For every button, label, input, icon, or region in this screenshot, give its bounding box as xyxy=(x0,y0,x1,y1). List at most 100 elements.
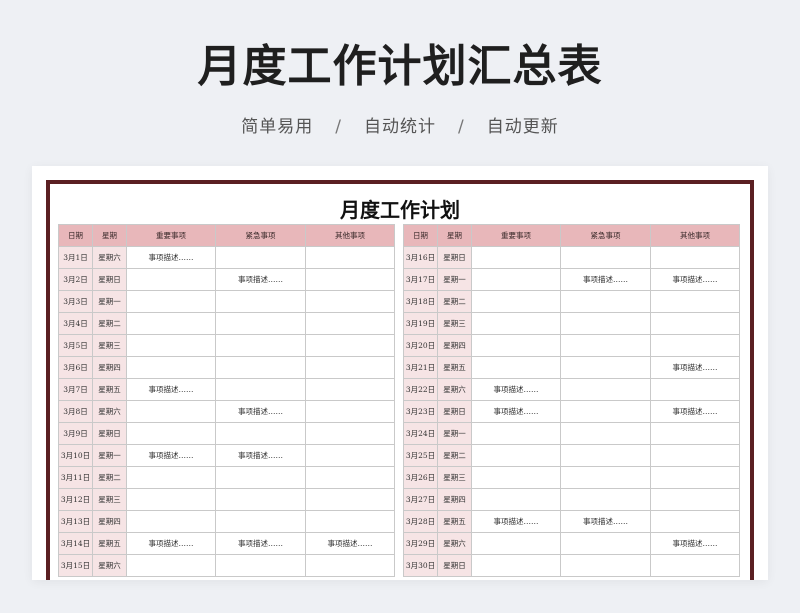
cell-other[interactable] xyxy=(650,488,740,511)
cell-urgent[interactable] xyxy=(560,290,651,313)
cell-important[interactable] xyxy=(126,466,216,489)
cell-important[interactable] xyxy=(471,356,561,379)
cell-date[interactable]: 3月21日 xyxy=(403,356,438,379)
cell-weekday[interactable]: 星期一 xyxy=(437,268,472,291)
cell-other[interactable]: 事项描述…… xyxy=(305,532,395,555)
cell-date[interactable]: 3月5日 xyxy=(58,334,93,357)
cell-important[interactable] xyxy=(471,312,561,335)
cell-weekday[interactable]: 星期三 xyxy=(92,488,127,511)
cell-important[interactable] xyxy=(471,422,561,445)
cell-urgent[interactable] xyxy=(215,246,306,269)
cell-urgent[interactable] xyxy=(215,510,306,533)
cell-urgent[interactable] xyxy=(560,466,651,489)
cell-weekday[interactable]: 星期一 xyxy=(92,444,127,467)
cell-weekday[interactable]: 星期五 xyxy=(437,356,472,379)
cell-important[interactable]: 事项描述…… xyxy=(471,510,561,533)
cell-weekday[interactable]: 星期六 xyxy=(92,246,127,269)
cell-date[interactable]: 3月17日 xyxy=(403,268,438,291)
cell-weekday[interactable]: 星期日 xyxy=(92,422,127,445)
cell-date[interactable]: 3月23日 xyxy=(403,400,438,423)
cell-date[interactable]: 3月11日 xyxy=(58,466,93,489)
cell-date[interactable]: 3月15日 xyxy=(58,554,93,577)
cell-other[interactable] xyxy=(650,312,740,335)
cell-other[interactable]: 事项描述…… xyxy=(650,532,740,555)
cell-other[interactable] xyxy=(650,444,740,467)
cell-date[interactable]: 3月8日 xyxy=(58,400,93,423)
cell-urgent[interactable] xyxy=(215,554,306,577)
cell-important[interactable] xyxy=(471,554,561,577)
cell-other[interactable] xyxy=(650,510,740,533)
cell-urgent[interactable] xyxy=(560,334,651,357)
cell-weekday[interactable]: 星期六 xyxy=(437,378,472,401)
cell-important[interactable] xyxy=(126,554,216,577)
cell-urgent[interactable]: 事项描述…… xyxy=(560,510,651,533)
cell-urgent[interactable]: 事项描述…… xyxy=(215,444,306,467)
cell-weekday[interactable]: 星期三 xyxy=(437,466,472,489)
cell-important[interactable] xyxy=(471,290,561,313)
cell-other[interactable] xyxy=(650,422,740,445)
cell-date[interactable]: 3月9日 xyxy=(58,422,93,445)
cell-other[interactable] xyxy=(650,334,740,357)
cell-important[interactable] xyxy=(471,466,561,489)
cell-important[interactable] xyxy=(126,400,216,423)
cell-important[interactable] xyxy=(471,532,561,555)
cell-important[interactable]: 事项描述…… xyxy=(126,378,216,401)
cell-urgent[interactable] xyxy=(215,488,306,511)
cell-other[interactable]: 事项描述…… xyxy=(650,356,740,379)
cell-urgent[interactable] xyxy=(215,290,306,313)
cell-other[interactable] xyxy=(650,290,740,313)
cell-date[interactable]: 3月10日 xyxy=(58,444,93,467)
cell-date[interactable]: 3月30日 xyxy=(403,554,438,577)
cell-urgent[interactable]: 事项描述…… xyxy=(215,532,306,555)
cell-weekday[interactable]: 星期日 xyxy=(437,554,472,577)
cell-urgent[interactable] xyxy=(560,488,651,511)
cell-urgent[interactable] xyxy=(560,312,651,335)
cell-weekday[interactable]: 星期日 xyxy=(437,400,472,423)
cell-important[interactable] xyxy=(471,246,561,269)
cell-date[interactable]: 3月2日 xyxy=(58,268,93,291)
cell-urgent[interactable] xyxy=(215,356,306,379)
cell-date[interactable]: 3月12日 xyxy=(58,488,93,511)
cell-date[interactable]: 3月20日 xyxy=(403,334,438,357)
cell-other[interactable]: 事项描述…… xyxy=(650,400,740,423)
cell-weekday[interactable]: 星期日 xyxy=(92,268,127,291)
cell-urgent[interactable]: 事项描述…… xyxy=(215,268,306,291)
cell-urgent[interactable] xyxy=(215,334,306,357)
cell-important[interactable] xyxy=(126,488,216,511)
cell-urgent[interactable] xyxy=(215,466,306,489)
cell-other[interactable] xyxy=(305,422,395,445)
cell-other[interactable] xyxy=(650,466,740,489)
cell-urgent[interactable] xyxy=(560,246,651,269)
cell-important[interactable] xyxy=(126,268,216,291)
cell-weekday[interactable]: 星期五 xyxy=(437,510,472,533)
cell-other[interactable] xyxy=(305,312,395,335)
cell-weekday[interactable]: 星期五 xyxy=(92,532,127,555)
cell-other[interactable] xyxy=(305,400,395,423)
cell-date[interactable]: 3月29日 xyxy=(403,532,438,555)
cell-urgent[interactable] xyxy=(560,378,651,401)
cell-other[interactable] xyxy=(305,378,395,401)
cell-urgent[interactable] xyxy=(215,312,306,335)
cell-important[interactable] xyxy=(126,422,216,445)
cell-urgent[interactable] xyxy=(560,554,651,577)
cell-date[interactable]: 3月13日 xyxy=(58,510,93,533)
cell-urgent[interactable]: 事项描述…… xyxy=(215,400,306,423)
cell-other[interactable] xyxy=(305,510,395,533)
cell-weekday[interactable]: 星期二 xyxy=(92,466,127,489)
cell-important[interactable]: 事项描述…… xyxy=(471,400,561,423)
cell-urgent[interactable] xyxy=(560,356,651,379)
cell-weekday[interactable]: 星期日 xyxy=(437,246,472,269)
cell-date[interactable]: 3月25日 xyxy=(403,444,438,467)
cell-weekday[interactable]: 星期一 xyxy=(437,422,472,445)
cell-important[interactable]: 事项描述…… xyxy=(126,444,216,467)
cell-date[interactable]: 3月24日 xyxy=(403,422,438,445)
cell-urgent[interactable] xyxy=(560,444,651,467)
cell-weekday[interactable]: 星期四 xyxy=(92,510,127,533)
cell-important[interactable] xyxy=(126,510,216,533)
cell-other[interactable] xyxy=(305,488,395,511)
cell-other[interactable] xyxy=(305,466,395,489)
cell-important[interactable] xyxy=(471,444,561,467)
cell-date[interactable]: 3月1日 xyxy=(58,246,93,269)
cell-other[interactable] xyxy=(650,246,740,269)
cell-urgent[interactable] xyxy=(560,422,651,445)
